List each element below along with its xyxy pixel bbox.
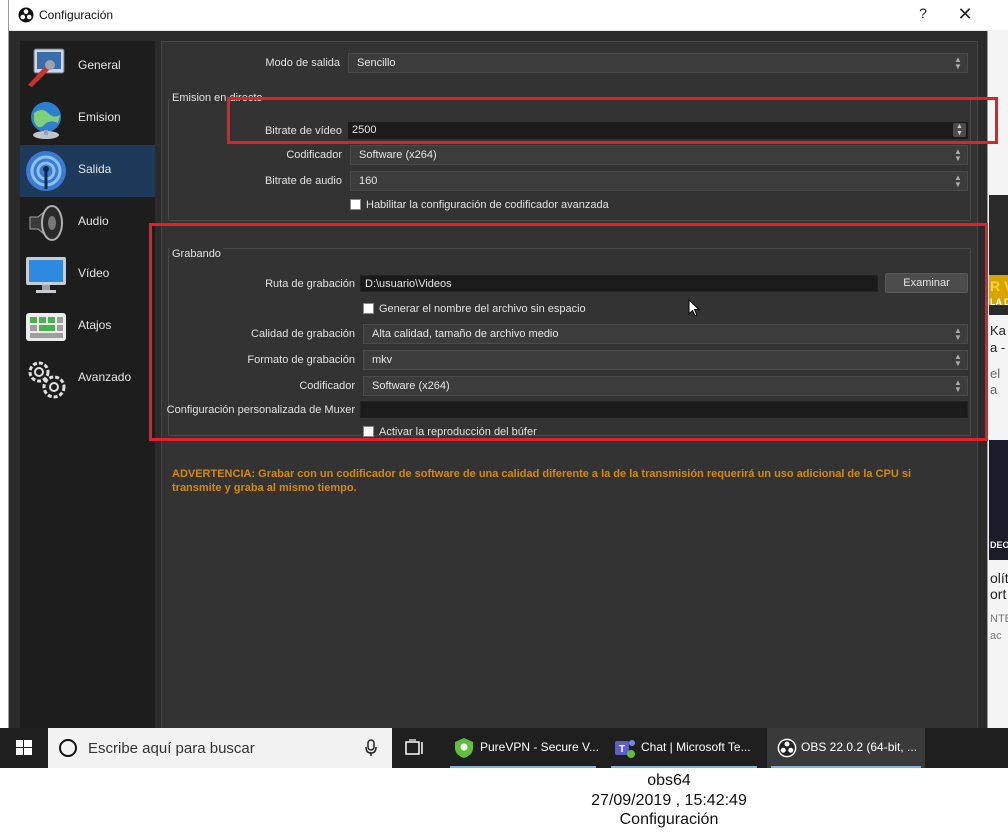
sidebar-item-video[interactable]: Vídeo <box>20 249 155 301</box>
taskbar-item-underline <box>611 766 757 768</box>
sidebar-item-label: General <box>78 58 121 72</box>
stream-globe-icon <box>31 102 61 139</box>
background-text: ort <box>990 586 1007 602</box>
taskbar-item-label: OBS 22.0.2 (64-bit, ... <box>801 740 918 754</box>
sidebar-item-label: Audio <box>78 214 109 228</box>
sidebar-item-label: Avanzado <box>78 370 132 384</box>
background-text: DEO D <box>990 540 1008 550</box>
chevron-updown-icon: ▲ ▼ <box>954 147 962 163</box>
cortana-circle-icon <box>59 739 77 757</box>
microphone-icon[interactable] <box>364 739 378 757</box>
background-text: R V <box>990 278 1008 294</box>
warning-text: ADVERTENCIA: Grabar con un codificador d… <box>172 468 912 494</box>
taskbar-item-label: PureVPN - Secure V... <box>480 740 599 754</box>
audio-bitrate-label: Bitrate de audio <box>264 175 342 187</box>
audio-bitrate-select[interactable]: 160 ▲ ▼ <box>350 171 968 191</box>
sidebar-item-label: Atajos <box>78 318 112 332</box>
close-button[interactable]: ✕ <box>954 3 976 25</box>
caption-window-title: Configuración <box>619 811 719 828</box>
window-title: Configuración <box>39 8 114 22</box>
help-button[interactable]: ? <box>912 5 934 25</box>
settings-sidebar: General Emision Salida Audio Vídeo Atajo… <box>20 41 155 731</box>
sidebar-item-label: Vídeo <box>78 266 110 280</box>
output-mode-select[interactable]: Sencillo ▲ ▼ <box>348 53 968 73</box>
caption-process: obs64 <box>647 772 691 789</box>
settings-window: Configuración ? ✕ General Emision Salida… <box>8 0 998 731</box>
taskbar-item-teams[interactable]: T Chat | Microsoft Te... <box>607 728 761 768</box>
stream-encoder-select[interactable]: Software (x264) ▲ ▼ <box>350 145 968 165</box>
windows-logo-icon <box>16 740 32 755</box>
output-antenna-icon <box>26 151 66 191</box>
start-button[interactable] <box>0 728 48 768</box>
general-settings-icon <box>28 48 65 87</box>
taskbar-item-purevpn[interactable]: PureVPN - Secure V... <box>446 728 600 768</box>
advanced-encoder-checkbox-label: Habilitar la configuración de codificado… <box>366 199 609 211</box>
sidebar-item-label: Emision <box>78 110 121 124</box>
taskbar-search-box[interactable]: Escribe aquí para buscar <box>48 728 392 768</box>
sidebar-item-audio[interactable]: Audio <box>20 197 155 249</box>
taskbar-item-label: Chat | Microsoft Te... <box>641 740 751 754</box>
sidebar-item-label: Salida <box>78 162 112 176</box>
background-text: LA DE <box>990 297 1008 307</box>
teams-icon: T <box>615 740 635 758</box>
caption-timestamp: 27/09/2019 , 15:42:49 <box>591 792 747 809</box>
sidebar-item-avanzado[interactable]: Avanzado <box>20 353 155 405</box>
stream-encoder-label: Codificador <box>286 149 342 161</box>
sidebar-item-emision[interactable]: Emision <box>20 93 155 145</box>
svg-text:T: T <box>619 744 625 755</box>
highlight-box-recording <box>149 223 988 441</box>
output-mode-value: Sencillo <box>357 57 396 69</box>
sidebar-item-salida[interactable]: Salida <box>20 145 155 197</box>
background-text: Ka <box>990 323 1006 338</box>
speaker-icon <box>29 205 63 241</box>
task-view-icon[interactable] <box>404 738 426 758</box>
chevron-updown-icon: ▲ ▼ <box>954 55 962 71</box>
audio-bitrate-value: 160 <box>359 175 378 187</box>
taskbar-item-underline <box>771 766 921 768</box>
chevron-updown-icon: ▲ ▼ <box>954 173 962 189</box>
background-text: ac <box>990 630 1002 642</box>
sidebar-item-atajos[interactable]: Atajos <box>20 301 155 353</box>
purevpn-icon <box>455 738 473 758</box>
windows-taskbar: Escribe aquí para buscar PureVPN - Secur… <box>0 728 1008 768</box>
advanced-encoder-checkbox[interactable] <box>350 199 361 210</box>
keyboard-icon <box>26 313 66 341</box>
title-bar: Configuración ? ✕ <box>9 0 989 31</box>
taskbar-item-obs[interactable]: OBS 22.0.2 (64-bit, ... <box>767 728 925 768</box>
background-text: el <box>990 366 1001 381</box>
background-text: a - <box>990 340 1006 355</box>
gears-icon <box>28 361 66 399</box>
obs-app-icon <box>18 7 34 23</box>
highlight-box-video-bitrate <box>227 97 998 144</box>
sidebar-item-general[interactable]: General <box>20 41 155 93</box>
taskbar-item-underline <box>450 766 596 768</box>
search-placeholder: Escribe aquí para buscar <box>88 740 255 757</box>
background-text: olít <box>990 570 1008 586</box>
stream-encoder-value: Software (x264) <box>359 149 437 161</box>
output-mode-label: Modo de salida <box>265 57 340 69</box>
background-text: a <box>990 382 998 397</box>
background-text: NTE <box>990 613 1008 625</box>
monitor-icon <box>26 257 66 293</box>
obs-icon <box>777 738 797 758</box>
